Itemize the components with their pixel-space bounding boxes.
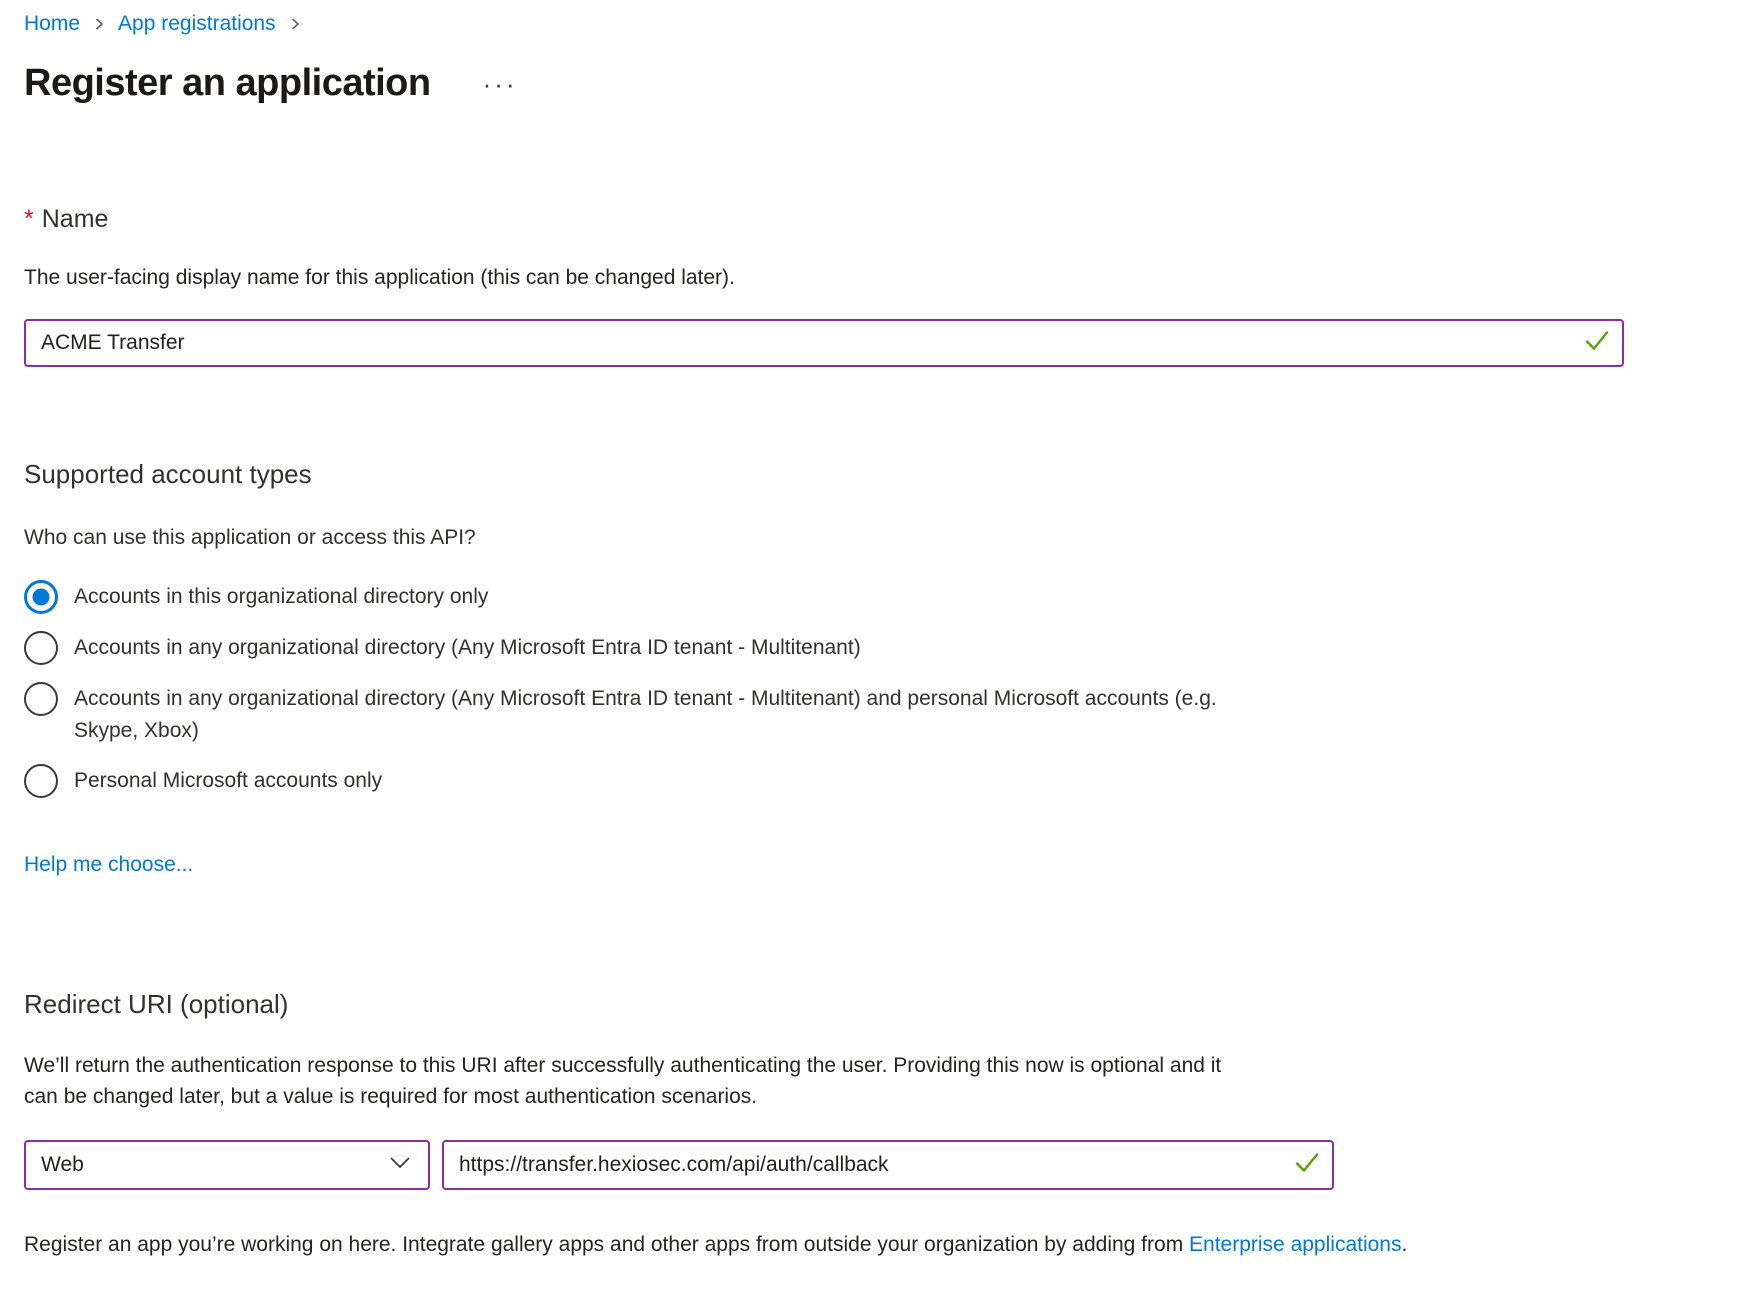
footer-note: Register an app you’re working on here. … bbox=[24, 1230, 1734, 1260]
breadcrumb-link-home[interactable]: Home bbox=[24, 12, 80, 36]
radio-option-label: Accounts in any organizational directory… bbox=[74, 682, 1224, 747]
footer-text-before: Register an app you’re working on here. … bbox=[24, 1233, 1189, 1256]
enterprise-applications-link[interactable]: Enterprise applications bbox=[1189, 1233, 1401, 1256]
radio-option-label: Accounts in any organizational directory… bbox=[74, 631, 861, 664]
name-field-description: The user-facing display name for this ap… bbox=[24, 262, 1734, 293]
page-title: Register an application bbox=[24, 62, 431, 105]
radio-option-personal-only[interactable]: Personal Microsoft accounts only bbox=[24, 764, 1734, 798]
ellipsis-icon[interactable]: ··· bbox=[483, 71, 518, 97]
required-asterisk: * bbox=[24, 205, 34, 233]
account-types-question: Who can use this application or access t… bbox=[24, 526, 1734, 550]
chevron-right-icon bbox=[92, 17, 106, 31]
radio-option-multitenant-personal[interactable]: Accounts in any organizational directory… bbox=[24, 682, 1734, 747]
app-name-input[interactable] bbox=[24, 319, 1624, 367]
platform-selected-value: Web bbox=[41, 1153, 84, 1177]
account-types-radio-group: Accounts in this organizational director… bbox=[24, 580, 1734, 798]
supported-account-types-heading: Supported account types bbox=[24, 459, 1734, 490]
radio-button[interactable] bbox=[24, 764, 58, 798]
breadcrumb-link-app-registrations[interactable]: App registrations bbox=[118, 12, 276, 36]
radio-option-label: Accounts in this organizational director… bbox=[74, 580, 488, 613]
breadcrumb: Home App registrations bbox=[24, 12, 1734, 36]
checkmark-icon bbox=[1584, 330, 1610, 357]
redirect-uri-description: We’ll return the authentication response… bbox=[24, 1050, 1224, 1112]
redirect-uri-heading: Redirect URI (optional) bbox=[24, 989, 1734, 1020]
name-field-label: * Name bbox=[24, 205, 1734, 234]
radio-button[interactable] bbox=[24, 631, 58, 665]
name-label-text: Name bbox=[42, 205, 109, 233]
radio-button[interactable] bbox=[24, 682, 58, 716]
checkmark-icon bbox=[1294, 1152, 1320, 1179]
chevron-right-icon bbox=[288, 17, 302, 31]
redirect-uri-input[interactable] bbox=[442, 1140, 1334, 1190]
radio-option-label: Personal Microsoft accounts only bbox=[74, 764, 382, 797]
help-me-choose-link[interactable]: Help me choose... bbox=[24, 853, 193, 877]
radio-option-single-tenant[interactable]: Accounts in this organizational director… bbox=[24, 580, 1734, 614]
radio-button[interactable] bbox=[24, 580, 58, 614]
radio-option-multitenant[interactable]: Accounts in any organizational directory… bbox=[24, 631, 1734, 665]
platform-select[interactable]: Web bbox=[24, 1140, 430, 1190]
chevron-down-icon bbox=[388, 1153, 412, 1177]
footer-text-after: . bbox=[1401, 1233, 1407, 1256]
